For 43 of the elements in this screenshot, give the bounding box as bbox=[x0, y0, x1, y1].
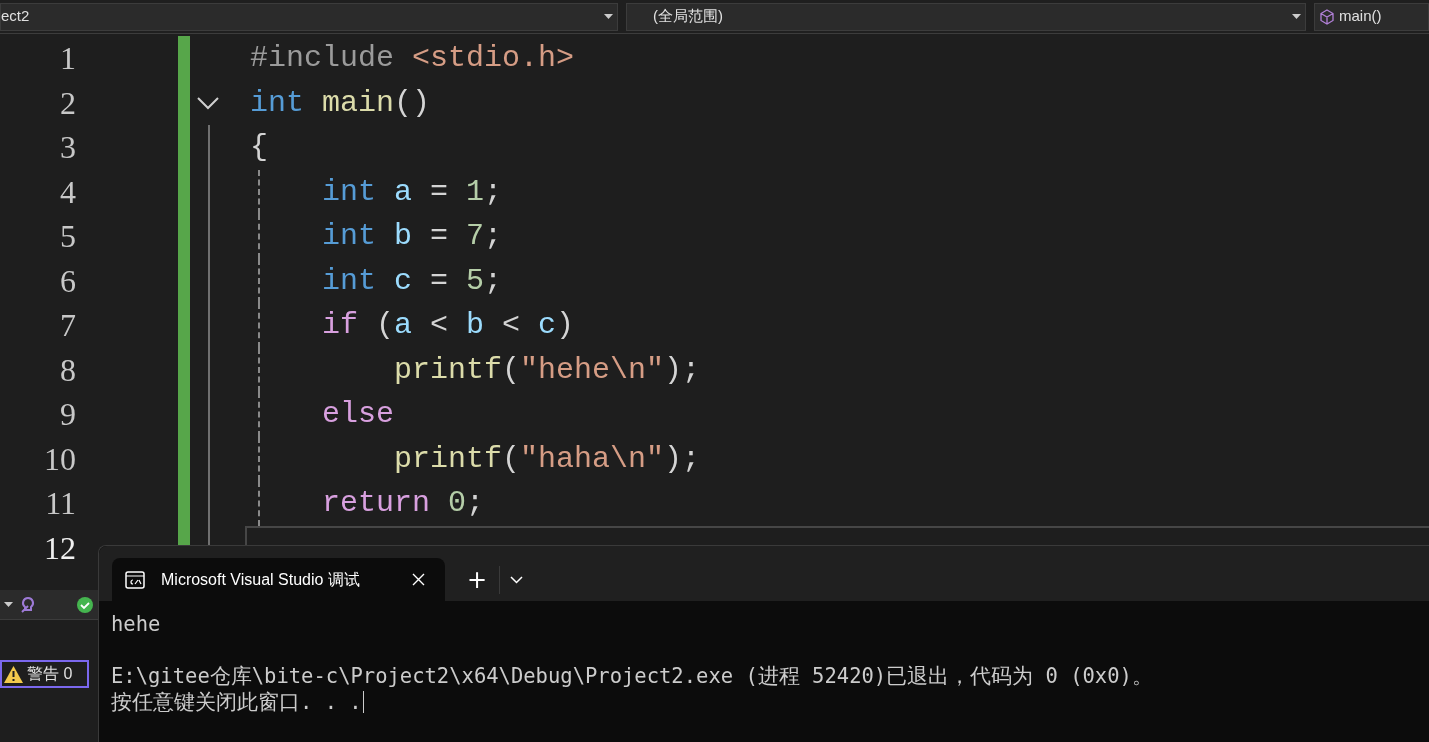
console-output-line: E:\gitee仓库\bite-c\Project2\x64\Debug\Project2.exe (进程 52420)已退出，代码为 0 (0x0)。 bbox=[111, 663, 1153, 689]
check-icon bbox=[77, 596, 93, 613]
caret-icon bbox=[604, 14, 613, 19]
console-output-line: 按任意键关闭此窗口. . . bbox=[111, 689, 362, 715]
code-line: int main() bbox=[250, 84, 431, 122]
chevron-down-icon[interactable] bbox=[510, 575, 523, 584]
code-line: if (a < b < c) bbox=[322, 307, 575, 344]
terminal-icon bbox=[125, 570, 145, 589]
warning-icon bbox=[4, 665, 23, 683]
line-number: 10 bbox=[43, 439, 77, 479]
code-line: int b = 7; bbox=[322, 218, 503, 255]
cube-icon bbox=[1319, 8, 1335, 25]
line-number: 5 bbox=[59, 217, 77, 256]
chevron-icon[interactable] bbox=[196, 95, 220, 110]
console-tab[interactable]: Microsoft Visual Studio 调试 bbox=[112, 558, 445, 601]
code-line: { bbox=[250, 129, 268, 166]
scope-dropdown[interactable]: (全局范围) bbox=[626, 2, 1306, 31]
line-number: 8 bbox=[59, 350, 77, 390]
code-line: int c = 5; bbox=[322, 262, 503, 300]
line-number: 11 bbox=[44, 484, 77, 523]
code-line: printf("hehe\n"); bbox=[394, 351, 701, 389]
console-output-line: hehe bbox=[111, 611, 161, 637]
line-number: 6 bbox=[59, 261, 77, 301]
line-number: 4 bbox=[59, 172, 77, 212]
project-dropdown[interactable]: ect2 bbox=[0, 2, 618, 31]
caret-icon bbox=[1292, 14, 1301, 19]
line-number: 1 bbox=[59, 39, 77, 78]
line-number: 2 bbox=[59, 83, 77, 123]
line-number: 3 bbox=[59, 128, 77, 167]
code-line: return 0; bbox=[322, 485, 485, 522]
line-number: 12 bbox=[43, 528, 77, 568]
close-icon[interactable] bbox=[412, 573, 425, 586]
warnings-button[interactable]: 警告 0 bbox=[0, 660, 89, 688]
new-tab-button[interactable]: + bbox=[455, 563, 499, 596]
line-number: 7 bbox=[59, 306, 77, 345]
member-dropdown[interactable]: main() bbox=[1314, 2, 1429, 31]
code-line: #include <stdio.h> bbox=[250, 40, 575, 77]
line-number: 9 bbox=[59, 395, 77, 434]
code-line: int a = 1; bbox=[322, 173, 503, 211]
code-line: else bbox=[322, 396, 394, 433]
caret-icon bbox=[4, 602, 13, 607]
code-line: printf("haha\n"); bbox=[394, 440, 701, 478]
text-cursor bbox=[362, 691, 364, 713]
